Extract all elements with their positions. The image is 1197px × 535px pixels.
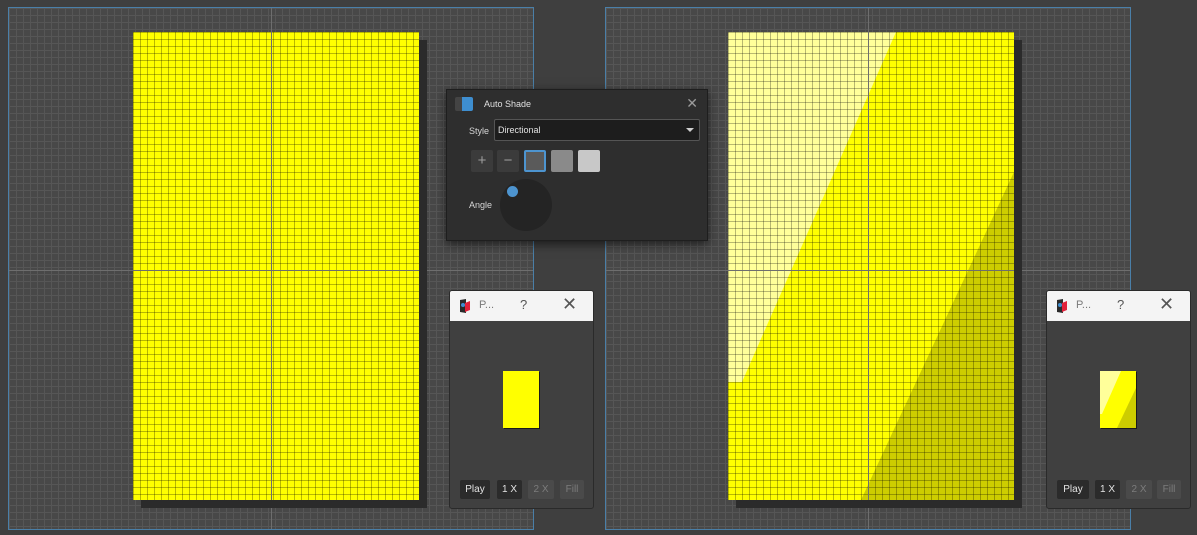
close-icon[interactable]: ✕ [1159,294,1174,315]
shade-swatch-mid[interactable] [551,150,573,172]
zoom-1x-button[interactable]: 1 X [497,480,522,499]
help-icon[interactable]: ? [520,297,527,312]
preview-sprite-shaded [1100,371,1136,428]
sprite-axis-horizontal [728,270,1014,271]
play-button[interactable]: Play [460,480,490,499]
sprite-axis-vertical [868,32,869,500]
add-swatch-button[interactable]: + [471,150,493,172]
preview-body: Play 1 X 2 X Fill [450,321,593,508]
sprite-axis-vertical [271,32,272,500]
angle-label: Angle [469,200,493,210]
sprite-original[interactable] [133,32,419,500]
close-icon[interactable]: ✕ [686,95,698,111]
fill-button[interactable]: Fill [560,480,584,499]
sprite-axis-horizontal [133,270,419,271]
auto-shade-icon [455,97,473,111]
shade-swatch-light[interactable] [578,150,600,172]
preview-body: Play 1 X 2 X Fill [1047,321,1190,508]
sprite-original-svg [133,32,419,500]
remove-swatch-button[interactable]: − [497,150,519,172]
preview-titlebar[interactable]: P... ? ✕ [1047,291,1190,321]
angle-dial-knob[interactable] [507,186,518,197]
style-dropdown[interactable]: Directional [494,119,700,141]
auto-shade-dialog: Auto Shade ✕ Style Directional + − Angle [446,89,708,241]
dialog-title: Auto Shade [484,99,532,109]
preview-title: P... [1076,299,1092,311]
help-icon[interactable]: ? [1117,297,1124,312]
style-dropdown-value: Directional [498,125,541,135]
preview-titlebar[interactable]: P... ? ✕ [450,291,593,321]
preview-window-left: P... ? ✕ Play 1 X 2 X Fill [449,290,594,509]
sprite-fill [133,32,419,500]
sprite-shaded-svg [728,32,1014,500]
chevron-down-icon [686,128,694,132]
play-button[interactable]: Play [1057,480,1089,499]
app-icon [1057,299,1067,313]
close-icon[interactable]: ✕ [562,294,577,315]
fill-button[interactable]: Fill [1157,480,1181,499]
preview-title: P... [479,299,495,311]
zoom-2x-button[interactable]: 2 X [528,480,554,499]
zoom-2x-button[interactable]: 2 X [1126,480,1152,499]
sprite-shaded[interactable] [728,32,1014,500]
shade-swatch-dark[interactable] [524,150,546,172]
preview-window-right: P... ? ✕ Play 1 X 2 X Fill [1046,290,1191,509]
zoom-1x-button[interactable]: 1 X [1095,480,1120,499]
preview-sprite [503,371,539,428]
app-icon [460,299,470,313]
angle-dial[interactable] [500,179,552,231]
style-label: Style [469,126,490,136]
